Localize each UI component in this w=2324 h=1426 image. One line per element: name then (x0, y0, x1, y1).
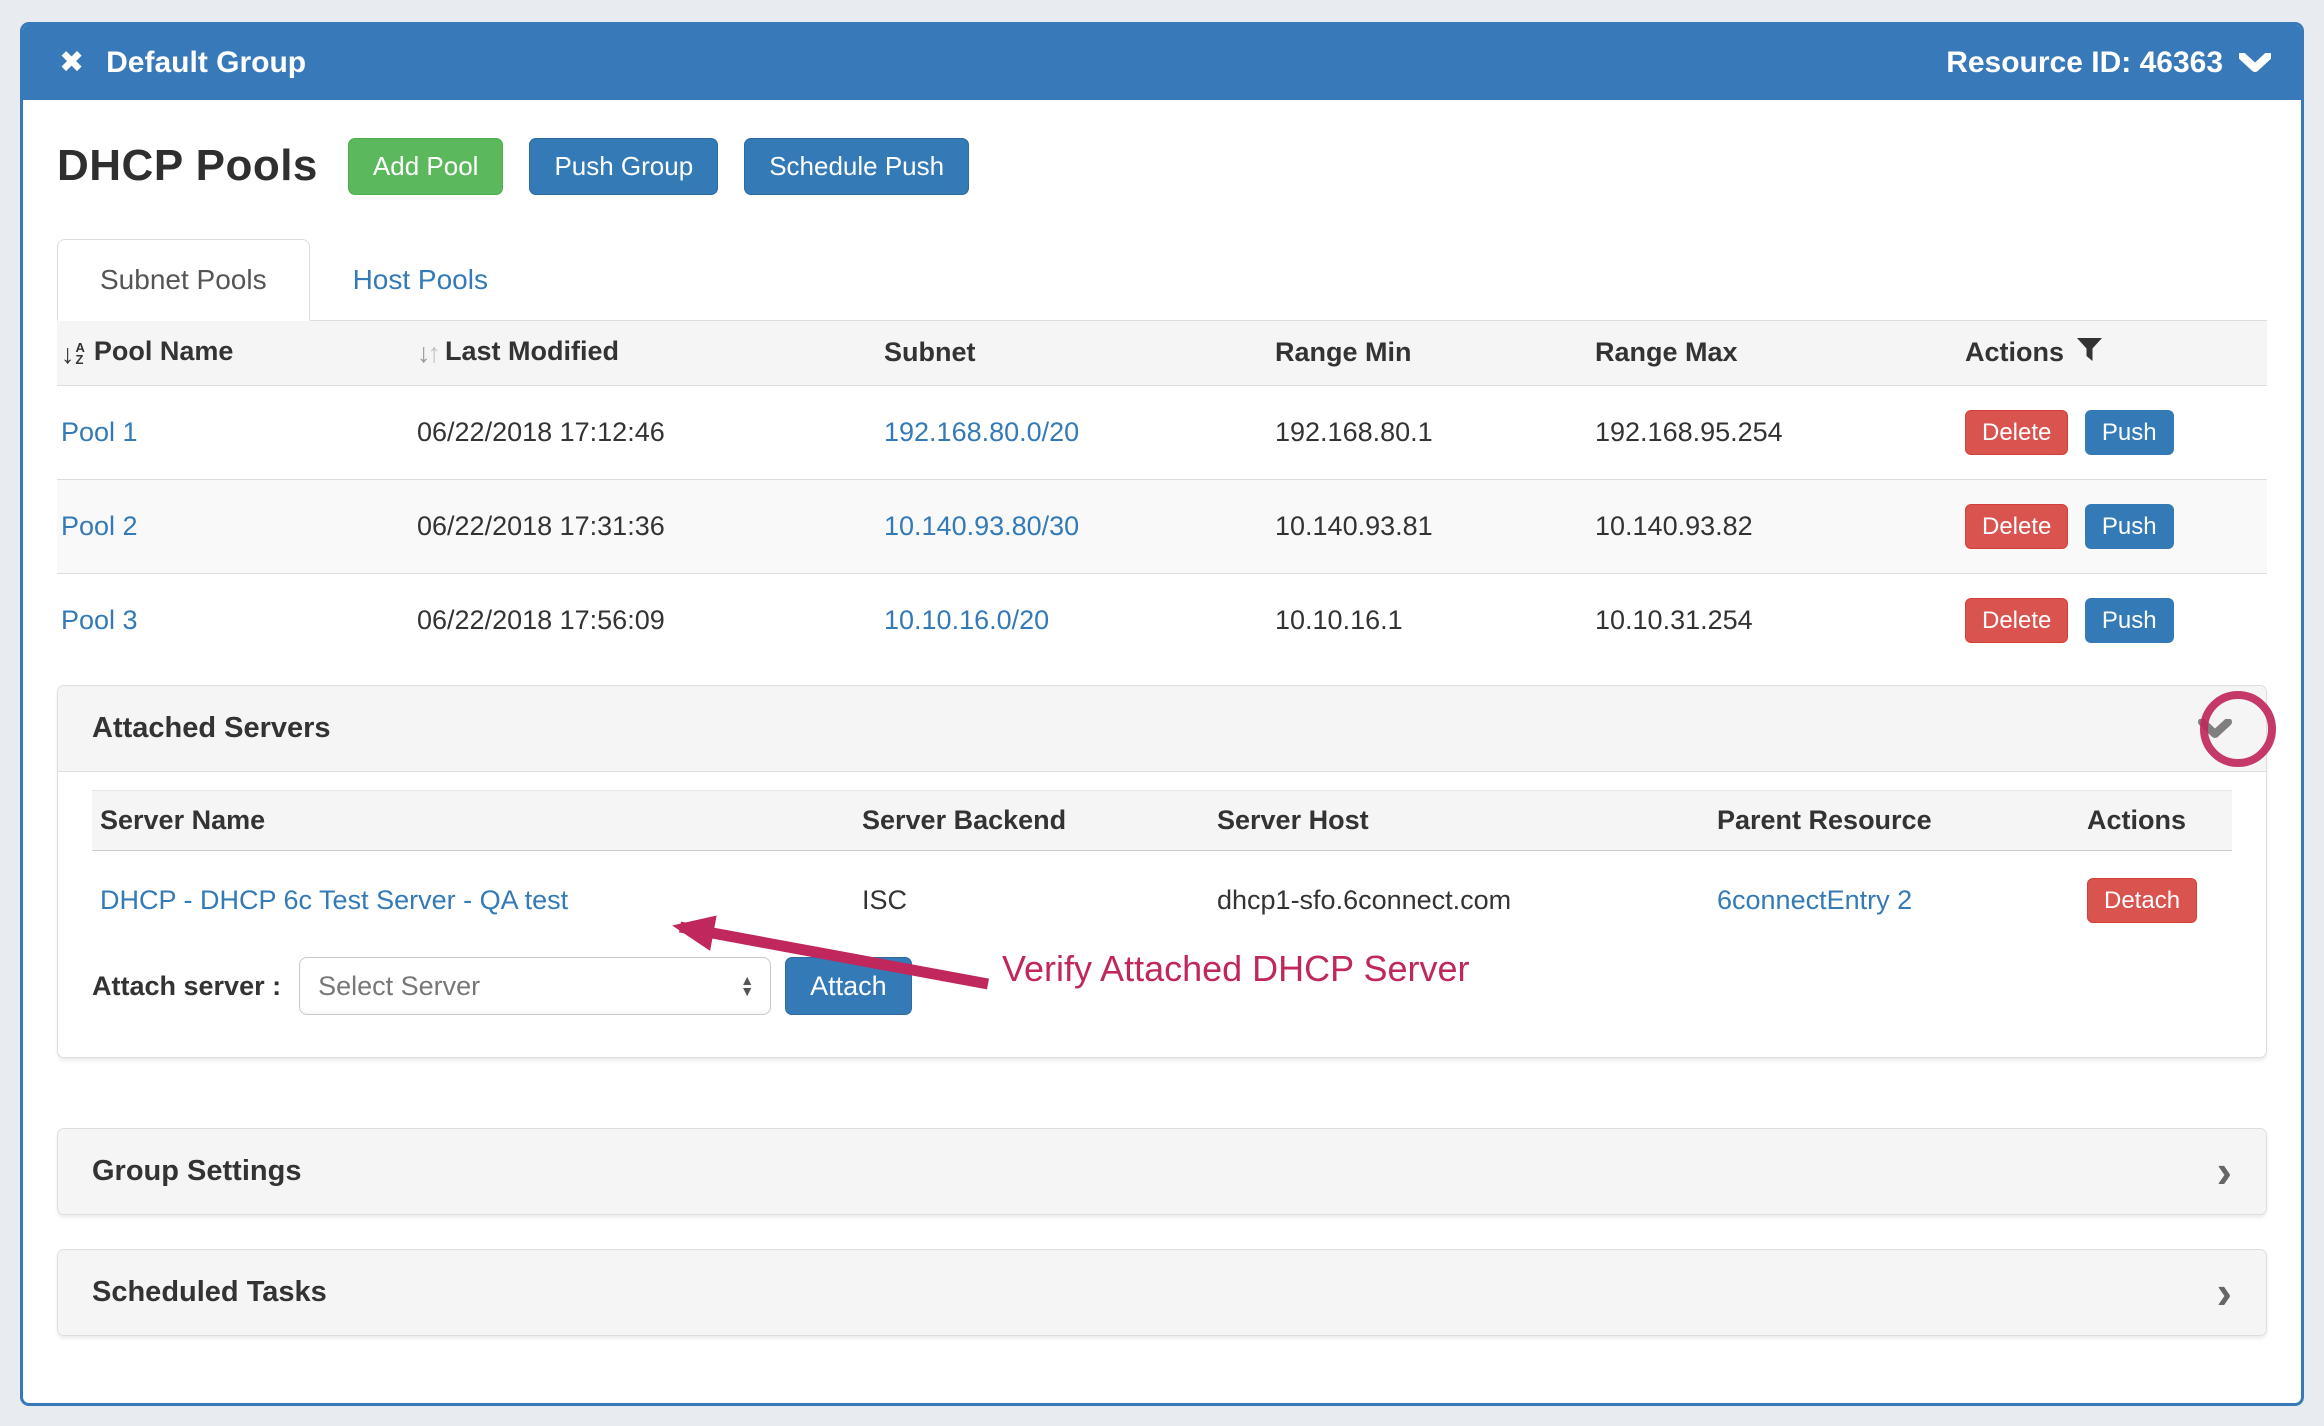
close-icon[interactable]: ✖ (59, 45, 84, 80)
pool-range-max: 192.168.95.254 (1585, 385, 1955, 479)
header-chevron-down-icon[interactable] (2239, 53, 2271, 73)
group-title: Default Group (106, 46, 306, 80)
chevron-right-icon[interactable]: › (2217, 1279, 2246, 1307)
pool-range-min: 10.10.16.1 (1265, 573, 1585, 667)
servers-table-header-row: Server Name Server Backend Server Host P… (92, 791, 2232, 851)
attached-servers-header[interactable]: Attached Servers (58, 686, 2266, 771)
select-server-dropdown[interactable]: Select Server ▲▼ (299, 957, 771, 1015)
page-background: ✖ Default Group Resource ID: 46363 DHCP … (0, 0, 2324, 1426)
header-pool-name[interactable]: ↓AZPool Name (57, 320, 407, 385)
scheduled-tasks-header[interactable]: Scheduled Tasks › (58, 1250, 2266, 1335)
push-pool-button[interactable]: Push (2085, 598, 2174, 643)
pool-modified: 06/22/2018 17:56:09 (407, 573, 874, 667)
pool-modified: 06/22/2018 17:12:46 (407, 385, 874, 479)
header-right: Resource ID: 46363 (1946, 46, 2271, 80)
attached-servers-table: Server Name Server Backend Server Host P… (92, 790, 2232, 941)
attach-button[interactable]: Attach (785, 957, 912, 1015)
pool-name-link[interactable]: Pool 1 (61, 417, 138, 447)
header-server-backend: Server Backend (852, 791, 1207, 851)
card-body: DHCP Pools Add Pool Push Group Schedule … (23, 100, 2301, 1336)
pool-subnet-link[interactable]: 192.168.80.0/20 (884, 417, 1079, 447)
header-subnet: Subnet (874, 320, 1265, 385)
tab-host-pools[interactable]: Host Pools (310, 239, 531, 321)
header-last-modified[interactable]: ↓↑Last Modified (407, 320, 874, 385)
chevron-right-icon[interactable]: › (2217, 1158, 2246, 1186)
header-parent-resource: Parent Resource (1707, 791, 2077, 851)
subnet-pools-table: ↓AZPool Name ↓↑Last Modified Subnet Rang… (57, 320, 2267, 668)
header-actions: Actions (1955, 320, 2267, 385)
tab-subnet-pools[interactable]: Subnet Pools (57, 239, 310, 321)
pool-name-link[interactable]: Pool 2 (61, 511, 138, 541)
table-row-pool-3: Pool 3 06/22/2018 17:56:09 10.10.16.0/20… (57, 573, 2267, 667)
pool-subnet-link[interactable]: 10.10.16.0/20 (884, 605, 1049, 635)
group-settings-panel: Group Settings › (57, 1128, 2267, 1215)
pools-table-header-row: ↓AZPool Name ↓↑Last Modified Subnet Rang… (57, 320, 2267, 385)
server-name-link[interactable]: DHCP - DHCP 6c Test Server - QA test (100, 885, 568, 915)
pool-name-link[interactable]: Pool 3 (61, 605, 138, 635)
header-server-actions: Actions (2077, 791, 2232, 851)
table-row-pool-2: Pool 2 06/22/2018 17:31:36 10.140.93.80/… (57, 479, 2267, 573)
group-header-bar: ✖ Default Group Resource ID: 46363 (23, 25, 2301, 100)
server-host: dhcp1-sfo.6connect.com (1207, 851, 1707, 942)
attach-server-row: Attach server : Select Server ▲▼ Attach (92, 957, 2232, 1015)
pool-tabs: Subnet Pools Host Pools (57, 239, 2267, 321)
sort-alpha-icon: ↓AZ (61, 339, 85, 370)
select-server-value: Select Server (318, 971, 480, 1002)
sort-both-icon: ↓↑ (417, 338, 438, 369)
pool-range-max: 10.140.93.82 (1585, 479, 1955, 573)
header-range-min: Range Min (1265, 320, 1585, 385)
header-server-host: Server Host (1207, 791, 1707, 851)
attach-server-label: Attach server : (92, 971, 281, 1002)
group-settings-title: Group Settings (92, 1155, 301, 1188)
pool-range-min: 192.168.80.1 (1265, 385, 1585, 479)
pool-subnet-link[interactable]: 10.140.93.80/30 (884, 511, 1079, 541)
scheduled-tasks-title: Scheduled Tasks (92, 1276, 327, 1309)
scheduled-tasks-panel: Scheduled Tasks › (57, 1249, 2267, 1336)
delete-pool-button[interactable]: Delete (1965, 504, 2068, 549)
delete-pool-button[interactable]: Delete (1965, 598, 2068, 643)
default-group-panel: ✖ Default Group Resource ID: 46363 DHCP … (20, 22, 2304, 1406)
push-pool-button[interactable]: Push (2085, 410, 2174, 455)
push-pool-button[interactable]: Push (2085, 504, 2174, 549)
pool-range-max: 10.10.31.254 (1585, 573, 1955, 667)
schedule-push-button[interactable]: Schedule Push (744, 138, 969, 195)
push-group-button[interactable]: Push Group (529, 138, 718, 195)
pool-range-min: 10.140.93.81 (1265, 479, 1585, 573)
pool-modified: 06/22/2018 17:31:36 (407, 479, 874, 573)
attached-servers-title: Attached Servers (92, 712, 331, 745)
dropdown-spinner-icon: ▲▼ (740, 975, 754, 997)
collapse-chevron-down-icon[interactable] (2198, 719, 2232, 739)
parent-resource-link[interactable]: 6connectEntry 2 (1717, 885, 1912, 915)
page-title: DHCP Pools (57, 141, 318, 191)
header-range-max: Range Max (1585, 320, 1955, 385)
add-pool-button[interactable]: Add Pool (348, 138, 504, 195)
attached-servers-panel: Attached Servers Server (57, 685, 2267, 1058)
attached-servers-body: Server Name Server Backend Server Host P… (58, 771, 2266, 1057)
server-backend: ISC (852, 851, 1207, 942)
delete-pool-button[interactable]: Delete (1965, 410, 2068, 455)
table-row-server: DHCP - DHCP 6c Test Server - QA test ISC… (92, 851, 2232, 942)
group-settings-header[interactable]: Group Settings › (58, 1129, 2266, 1214)
filter-icon[interactable] (2076, 337, 2103, 363)
resource-id-label: Resource ID: 46363 (1946, 46, 2223, 80)
table-row-pool-1: Pool 1 06/22/2018 17:12:46 192.168.80.0/… (57, 385, 2267, 479)
toolbar: DHCP Pools Add Pool Push Group Schedule … (57, 138, 2267, 195)
detach-server-button[interactable]: Detach (2087, 878, 2197, 923)
header-server-name: Server Name (92, 791, 852, 851)
